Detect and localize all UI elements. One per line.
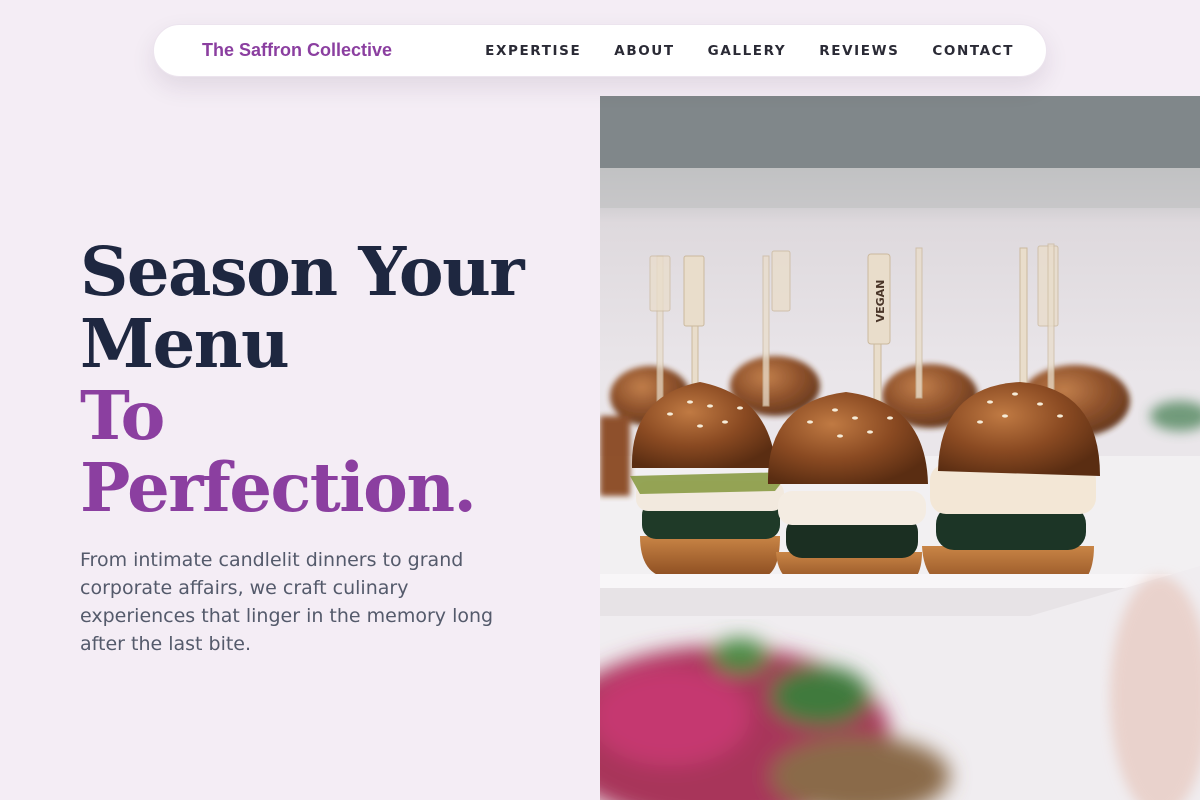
- hero-image: VEGAN: [600, 96, 1200, 800]
- hero-title-accent-line-1: To: [80, 376, 165, 455]
- nav-link-expertise[interactable]: EXPERTISE: [485, 43, 581, 59]
- hero-title: Season Your Menu To Perfection.: [80, 232, 525, 527]
- nav-link-reviews[interactable]: REVIEWS: [819, 43, 899, 59]
- nav-menu: EXPERTISE ABOUT GALLERY REVIEWS CONTACT: [485, 43, 1014, 59]
- hero-title-line-2: Menu: [80, 304, 290, 383]
- hero-title-accent-line-2: Perfection.: [80, 448, 477, 527]
- hero-description: From intimate candlelit dinners to grand…: [80, 549, 494, 655]
- top-navbar: The Saffron Collective EXPERTISE ABOUT G…: [153, 24, 1047, 77]
- vegan-tag-text: VEGAN: [874, 280, 887, 323]
- brand-logo-link[interactable]: The Saffron Collective: [202, 40, 392, 61]
- nav-link-about[interactable]: ABOUT: [614, 43, 674, 59]
- nav-link-contact[interactable]: CONTACT: [932, 43, 1014, 59]
- hero-title-line-1: Season Your: [80, 232, 525, 311]
- nav-link-gallery[interactable]: GALLERY: [708, 43, 787, 59]
